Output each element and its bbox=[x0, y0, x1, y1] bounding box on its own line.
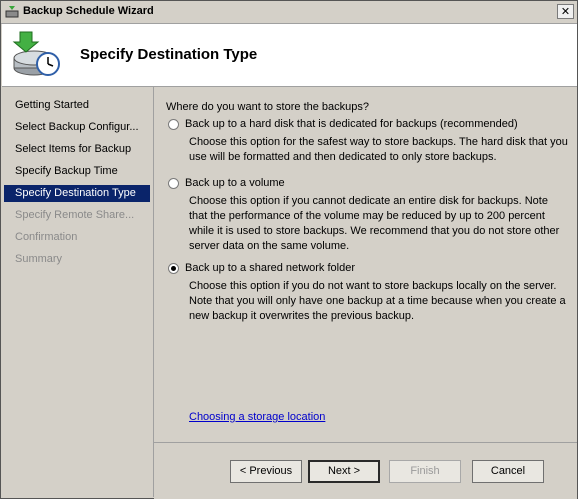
step-confirmation: Confirmation bbox=[4, 229, 150, 246]
page-title: Specify Destination Type bbox=[80, 46, 258, 63]
step-label: Specify Remote Share... bbox=[15, 209, 135, 221]
step-select-items-for-backup[interactable]: Select Items for Backup bbox=[4, 141, 150, 158]
wizard-content: Where do you want to store the backups? … bbox=[154, 87, 577, 442]
wizard-header: Specify Destination Type bbox=[2, 24, 577, 87]
step-label: Confirmation bbox=[15, 231, 78, 243]
step-label: Getting Started bbox=[15, 99, 89, 111]
option-volume-description: Choose this option if you cannot dedicat… bbox=[189, 195, 560, 252]
step-label: Select Items for Backup bbox=[15, 143, 132, 155]
step-specify-backup-time[interactable]: Specify Backup Time bbox=[4, 163, 150, 180]
option-shared-network-folder-label[interactable]: Back up to a shared network folder bbox=[185, 262, 355, 274]
cancel-button[interactable]: Cancel bbox=[472, 460, 544, 483]
storage-location-help-link[interactable]: Choosing a storage location bbox=[189, 411, 325, 423]
close-icon: ✕ bbox=[560, 5, 571, 18]
backup-app-icon bbox=[5, 5, 19, 19]
option-volume-label[interactable]: Back up to a volume bbox=[185, 177, 285, 189]
step-label: Specify Backup Time bbox=[15, 165, 118, 177]
option-dedicated-disk-label[interactable]: Back up to a hard disk that is dedicated… bbox=[185, 118, 518, 130]
wizard-steps-sidebar: Getting Started Select Backup Configur..… bbox=[2, 87, 154, 497]
wizard-window: Backup Schedule Wizard ✕ Specify Destina… bbox=[0, 0, 578, 499]
previous-button[interactable]: < Previous bbox=[230, 460, 302, 483]
step-label: Specify Destination Type bbox=[15, 187, 136, 199]
step-select-backup-configuration[interactable]: Select Backup Configur... bbox=[4, 119, 150, 136]
step-specify-destination-type[interactable]: Specify Destination Type bbox=[4, 185, 150, 202]
step-label: Select Backup Configur... bbox=[15, 121, 139, 133]
radio-shared-network-folder[interactable] bbox=[168, 263, 179, 274]
radio-dedicated-disk[interactable] bbox=[168, 119, 179, 130]
radio-volume[interactable] bbox=[168, 178, 179, 189]
title-bar[interactable]: Backup Schedule Wizard ✕ bbox=[1, 1, 577, 24]
next-button[interactable]: Next > bbox=[308, 460, 380, 483]
close-button[interactable]: ✕ bbox=[557, 4, 574, 19]
radio-selected-dot bbox=[171, 266, 176, 271]
step-specify-remote-share: Specify Remote Share... bbox=[4, 207, 150, 224]
step-getting-started[interactable]: Getting Started bbox=[4, 97, 150, 114]
window-title: Backup Schedule Wizard bbox=[23, 5, 154, 17]
finish-button: Finish bbox=[389, 460, 461, 483]
option-dedicated-disk-description: Choose this option for the safest way to… bbox=[189, 136, 568, 163]
step-label: Summary bbox=[15, 253, 63, 265]
option-shared-network-folder-description: Choose this option if you do not want to… bbox=[189, 280, 566, 322]
storage-question: Where do you want to store the backups? bbox=[166, 101, 370, 113]
backup-schedule-icon bbox=[10, 28, 62, 80]
wizard-footer: < Previous Next > Finish Cancel bbox=[154, 442, 577, 499]
step-summary: Summary bbox=[4, 251, 150, 268]
